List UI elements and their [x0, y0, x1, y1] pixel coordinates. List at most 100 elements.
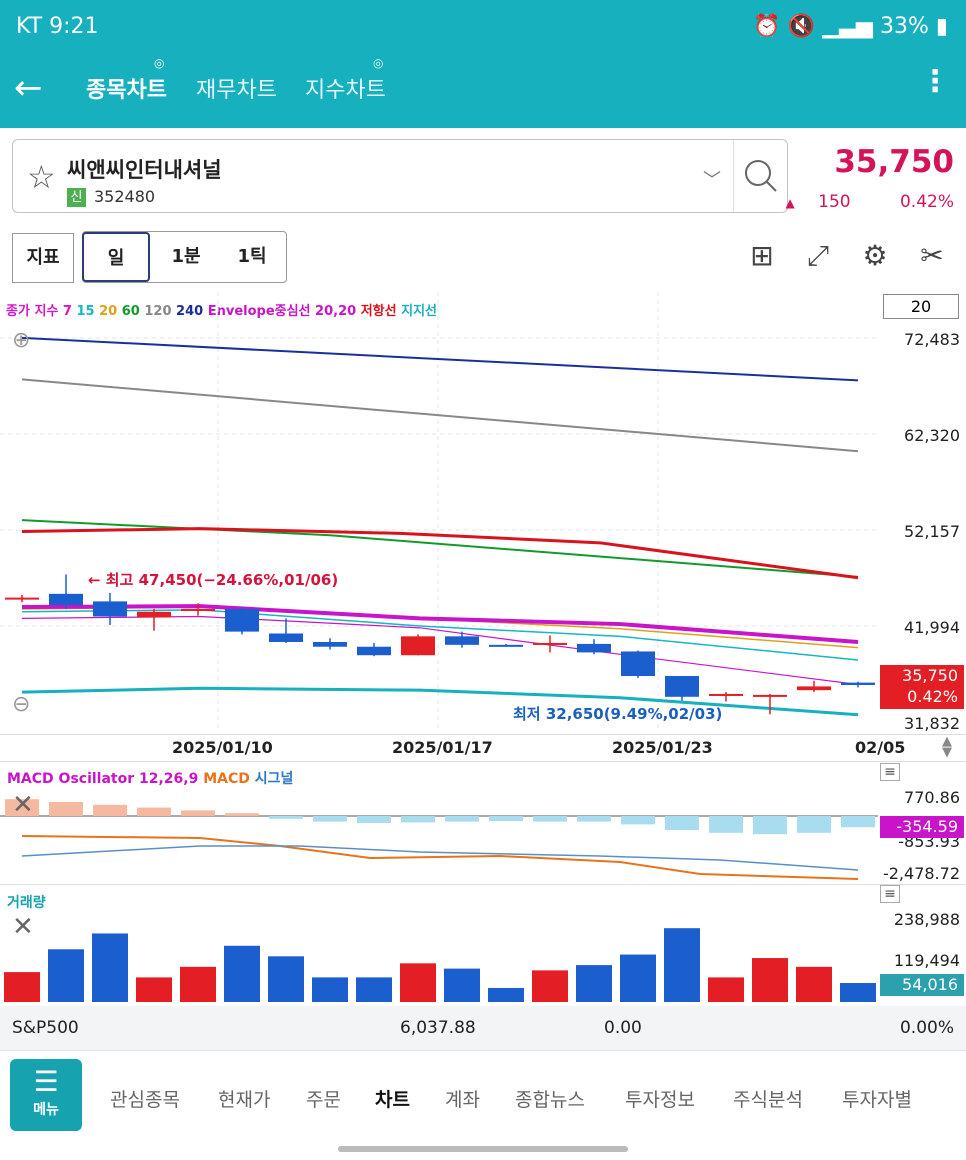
panel-menu-icon[interactable]: ≡	[880, 885, 900, 903]
zoom-out-icon[interactable]: ⊖	[12, 692, 30, 717]
y-label: 72,483	[904, 330, 960, 349]
favorite-star-icon[interactable]: ☆	[27, 158, 56, 196]
y-label: 41,994	[904, 618, 960, 637]
close-panel-icon[interactable]: ✕	[12, 790, 34, 820]
nav-chart[interactable]: 차트	[375, 1085, 410, 1112]
more-options-icon[interactable]: ⋮	[920, 64, 950, 99]
volume-bar	[620, 954, 656, 1002]
candle-body	[753, 694, 787, 697]
volume-bar	[92, 933, 128, 1002]
y-label: 52,157	[904, 522, 960, 541]
nav-order[interactable]: 주문	[306, 1085, 341, 1112]
macd-bar	[269, 816, 303, 819]
macd-bar	[533, 816, 567, 822]
period-selector: 일 1분 1틱	[82, 231, 287, 283]
app-bar: ← 종목차트 ◎ 재무차트 지수차트 ◎ ⋮	[0, 56, 966, 128]
period-1min[interactable]: 1분	[153, 232, 219, 282]
macd-bar	[225, 813, 259, 816]
macd-y-label: 770.86	[904, 788, 960, 807]
macd-bar	[93, 804, 127, 816]
nav-account[interactable]: 계좌	[445, 1085, 480, 1112]
macd-bar	[137, 807, 171, 816]
nav-news[interactable]: 종합뉴스	[515, 1085, 585, 1112]
chevron-down-icon[interactable]: ﹀	[703, 166, 721, 192]
volume-current-tag: 54,016	[880, 974, 964, 996]
ma240-line	[21, 336, 859, 382]
macd-y-label: -2,478.72	[882, 864, 960, 883]
macd-bar	[797, 816, 831, 833]
candle-body	[313, 642, 347, 647]
scroll-arrows-icon[interactable]: ▲ ▼	[942, 735, 952, 759]
period-1tick[interactable]: 1틱	[219, 232, 285, 282]
macd-bar	[753, 816, 787, 835]
tab-stock-chart[interactable]: 종목차트 ◎	[86, 56, 167, 104]
credit-badge: 신	[67, 188, 86, 207]
nav-stock-analysis[interactable]: 주식분석	[733, 1085, 803, 1112]
volume-bar	[356, 977, 392, 1002]
nav-by-investor[interactable]: 투자자별	[842, 1085, 912, 1112]
volume-y-label: 119,494	[893, 951, 960, 970]
price-chart[interactable]	[0, 292, 966, 732]
x-label: 2025/01/17	[392, 738, 493, 757]
volume-bar	[708, 977, 744, 1002]
index-value: 6,037.88	[400, 1018, 476, 1038]
macd-bar	[621, 816, 655, 825]
alarm-icon: ⏰	[753, 14, 781, 39]
volume-chart[interactable]	[0, 904, 880, 1004]
macd-line	[21, 835, 859, 880]
menu-button[interactable]: ☰ 메뉴	[10, 1059, 82, 1131]
macd-chart[interactable]	[0, 790, 880, 880]
nav-watchlist[interactable]: 관심종목	[110, 1085, 180, 1112]
candle-body	[5, 597, 39, 600]
index-pct: 0.00%	[899, 1018, 954, 1038]
up-triangle-icon: ▲	[785, 196, 795, 210]
high-annotation: ← 최고 47,450(−24.66%,01/06)	[88, 571, 339, 589]
grid-layout-icon[interactable]: ⊞	[742, 236, 782, 276]
volume-bar	[180, 966, 216, 1002]
stock-name: 씨앤씨인터내셔널	[67, 158, 222, 182]
candle-body	[137, 611, 171, 618]
period-day[interactable]: 일	[82, 232, 150, 282]
macd-bar	[49, 802, 83, 816]
candle-body	[709, 693, 743, 696]
current-price-tag: 35,750 0.42%	[880, 665, 964, 709]
status-bar: KT 9:21 ⏰ 🔇 ▁▃▅ 33% ▮	[0, 0, 966, 56]
envelope-line	[21, 604, 859, 645]
mute-icon: 🔇	[787, 14, 816, 39]
candle-body	[841, 682, 875, 685]
volume-bar	[576, 965, 612, 1002]
candle-body	[181, 608, 215, 611]
volume-bar	[224, 945, 260, 1002]
nav-current-price[interactable]: 현재가	[218, 1085, 270, 1112]
volume-bar	[400, 963, 436, 1002]
candle-body	[621, 651, 655, 677]
macd-bar	[841, 816, 875, 828]
back-arrow-icon[interactable]: ←	[14, 68, 43, 108]
tools-icon[interactable]: ✂	[912, 236, 952, 276]
candle-body	[357, 646, 391, 656]
index-change: 0.00	[604, 1018, 642, 1038]
bottom-navigation: ☰ 메뉴 관심종목 현재가 주문 차트 계좌 종합뉴스 투자정보 주식분석 투자…	[0, 1050, 966, 1140]
volume-bar	[48, 949, 84, 1002]
index-ticker-bar[interactable]: S&P500 6,037.88 0.00 0.00%	[0, 1006, 966, 1050]
current-price: 35,750	[834, 144, 954, 180]
volume-bar	[840, 983, 876, 1002]
tab-index-chart[interactable]: 지수차트 ◎	[305, 56, 386, 104]
panel-menu-icon[interactable]: ≡	[880, 763, 900, 781]
stock-search-box[interactable]: ☆ 씨앤씨인터내셔널 신 352480 ﹀	[12, 139, 788, 213]
candle-body	[489, 644, 523, 647]
x-label: 02/05	[855, 738, 906, 757]
battery-icon: ▮	[935, 14, 948, 39]
macd-bar	[445, 816, 479, 822]
y-label: 31,832	[904, 714, 960, 733]
candle-body	[93, 601, 127, 617]
macd-legend: MACD Oscillator 12,26,9 MACD 시그널	[7, 771, 294, 787]
fullscreen-icon[interactable]: ⤢	[798, 236, 838, 276]
zoom-in-icon[interactable]: ⊕	[12, 328, 30, 353]
volume-bar	[268, 956, 304, 1002]
indicator-button[interactable]: 지표	[12, 233, 74, 283]
volume-bar	[752, 958, 788, 1002]
tab-financial-chart[interactable]: 재무차트	[196, 72, 277, 104]
nav-invest-info[interactable]: 투자정보	[625, 1085, 695, 1112]
settings-gear-icon[interactable]: ⚙	[855, 236, 895, 276]
